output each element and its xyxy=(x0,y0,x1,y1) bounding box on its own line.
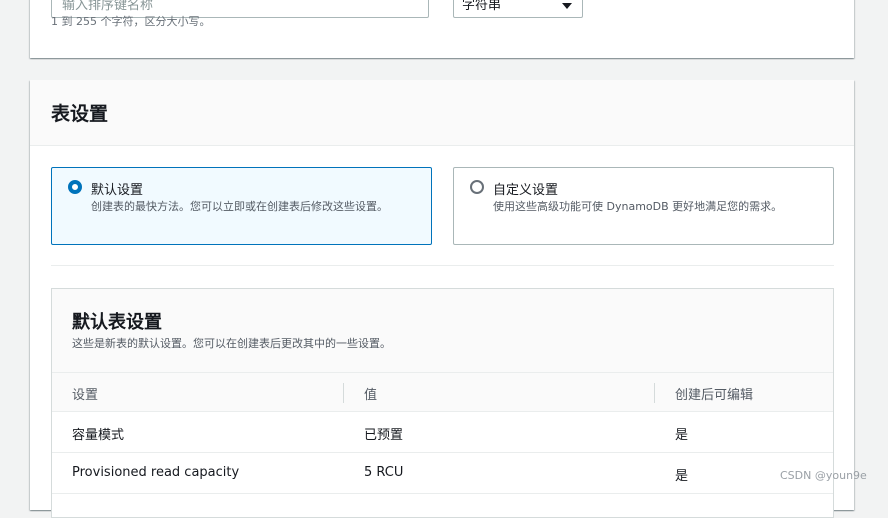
row-editable: 是 xyxy=(675,428,689,443)
default-settings-title: 默认设置 xyxy=(91,183,144,198)
row-setting: Provisioned read capacity xyxy=(72,465,240,480)
custom-settings-title: 自定义设置 xyxy=(493,183,559,198)
column-header-value: 值 xyxy=(364,388,378,403)
sort-key-hint: 1 到 255 个字符，区分大小写。 xyxy=(51,15,211,28)
panel-description: 这些是新表的默认设置。您可以在创建表后更改其中的一些设置。 xyxy=(72,337,391,350)
panel-title: 默认表设置 xyxy=(72,312,162,333)
column-header-setting: 设置 xyxy=(72,388,99,403)
table-settings-header: 表设置 xyxy=(30,80,854,146)
default-settings-panel: 默认表设置 这些是新表的默认设置。您可以在创建表后更改其中的一些设置。 设置 值… xyxy=(51,288,834,518)
default-settings-tile[interactable]: 默认设置 创建表的最快方法。您可以立即或在创建表后修改这些设置。 xyxy=(51,167,432,245)
default-settings-panel-header: 默认表设置 这些是新表的默认设置。您可以在创建表后更改其中的一些设置。 xyxy=(52,289,833,372)
caret-down-icon xyxy=(562,3,572,9)
default-settings-radio[interactable] xyxy=(68,180,82,194)
row-value: 5 RCU xyxy=(364,465,404,480)
default-settings-description: 创建表的最快方法。您可以立即或在创建表后修改这些设置。 xyxy=(91,200,388,213)
row-editable: 是 xyxy=(675,469,689,484)
section-title: 表设置 xyxy=(51,103,109,125)
table-row: Provisioned read capacity 5 RCU 是 xyxy=(52,453,833,494)
divider xyxy=(51,265,834,266)
custom-settings-tile[interactable]: 自定义设置 使用这些高级功能可使 DynamoDB 更好地满足您的需求。 xyxy=(453,167,834,245)
key-type-select[interactable]: 字符串 xyxy=(453,0,583,18)
column-divider xyxy=(654,383,655,403)
table-row: 容量模式 已预置 是 xyxy=(52,412,833,453)
row-value: 已预置 xyxy=(364,428,404,443)
column-header-editable: 创建后可编辑 xyxy=(675,388,754,403)
table-header: 设置 值 创建后可编辑 xyxy=(52,372,833,412)
column-divider xyxy=(343,383,344,403)
custom-settings-description: 使用这些高级功能可使 DynamoDB 更好地满足您的需求。 xyxy=(493,200,783,213)
sort-key-card: 输入排序键名称 字符串 1 到 255 个字符，区分大小写。 xyxy=(30,0,854,58)
watermark: CSDN @youn9e xyxy=(780,469,867,482)
sort-key-placeholder: 输入排序键名称 xyxy=(62,0,154,13)
row-setting: 容量模式 xyxy=(72,428,125,443)
key-type-value: 字符串 xyxy=(462,0,502,13)
table-settings-card: 表设置 默认设置 创建表的最快方法。您可以立即或在创建表后修改这些设置。 自定义… xyxy=(30,80,854,518)
custom-settings-radio[interactable] xyxy=(470,180,484,194)
